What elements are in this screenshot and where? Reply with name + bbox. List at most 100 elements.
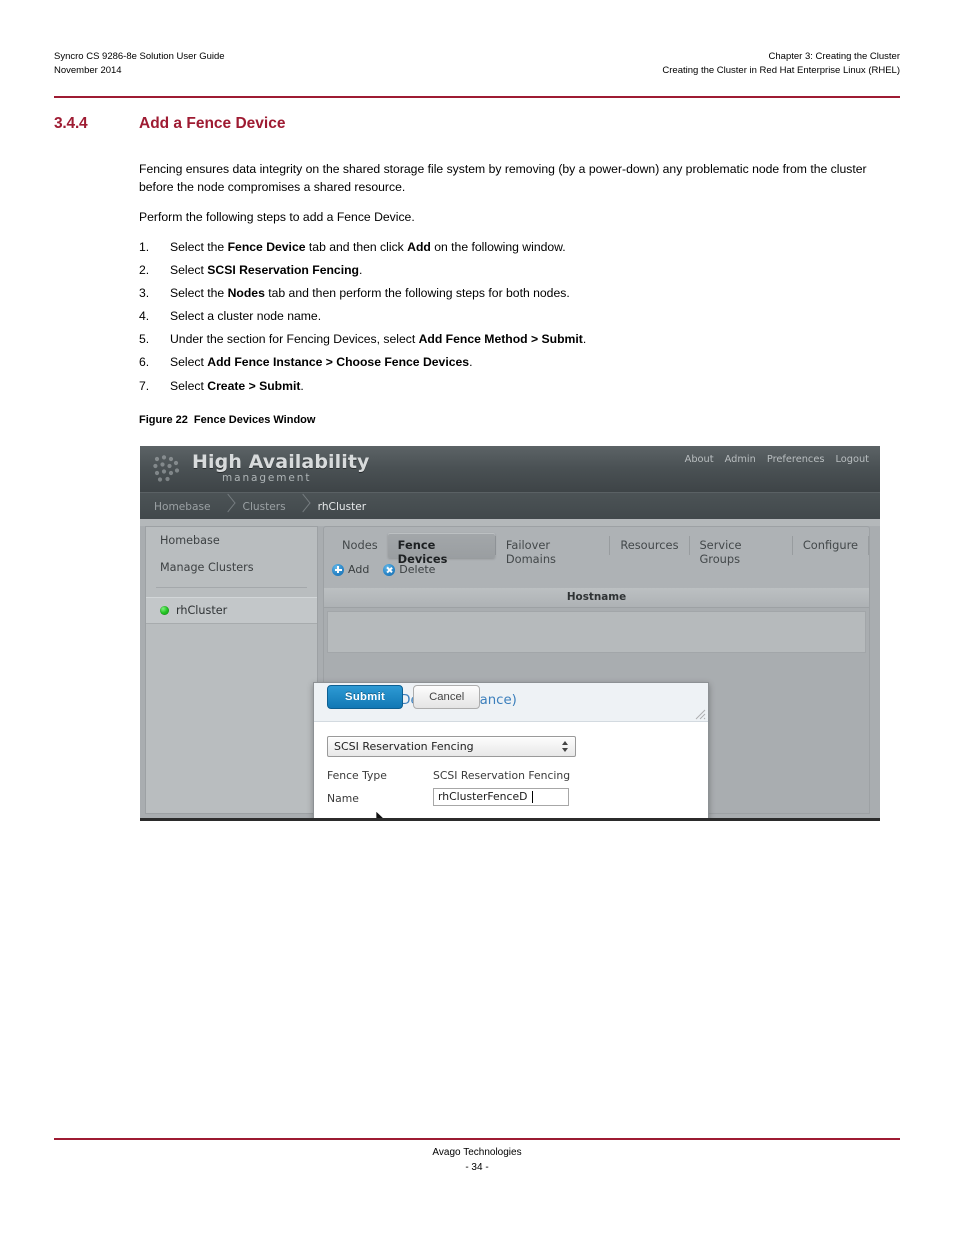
add-fence-device-dialog: Add Fence Device (Instance) SCSI Reserva…	[313, 682, 709, 818]
updown-arrows-icon	[560, 739, 571, 754]
figure-caption: Figure 22 Fence Devices Window	[139, 414, 315, 426]
dot-cluster-logo-icon	[153, 455, 180, 482]
top-nav-logout[interactable]: Logout	[835, 454, 869, 465]
status-dot-icon	[160, 606, 169, 615]
step-text: Select SCSI Reservation Fencing.	[170, 263, 363, 278]
top-nav-admin[interactable]: Admin	[725, 454, 756, 465]
app-content: Homebase Manage Clusters rhCluster Nodes…	[140, 519, 880, 818]
breadcrumb-item-homebase[interactable]: Homebase	[152, 501, 213, 513]
footer-divider	[54, 1138, 900, 1140]
document-date: November 2014	[54, 64, 122, 76]
table-toolbar: Add Delete	[332, 563, 435, 576]
field-label-name: Name	[327, 792, 359, 805]
step-item: 6. Select Add Fence Instance > Choose Fen…	[139, 351, 899, 374]
page-footer: Avago Technologies - 34 -	[0, 1146, 954, 1175]
sidebar-item-label: rhCluster	[176, 604, 228, 617]
tab-fence-devices[interactable]: Fence Devices	[387, 533, 495, 566]
step-text: Select a cluster node name.	[170, 309, 322, 324]
steps-list: 1. Select the Fence Device tab and then c…	[139, 236, 899, 398]
breadcrumb-bar: Homebase Clusters rhCluster	[140, 492, 880, 520]
plus-circle-icon	[332, 563, 344, 576]
top-nav-preferences[interactable]: Preferences	[767, 454, 825, 465]
step-item: 2. Select SCSI Reservation Fencing.	[139, 259, 899, 282]
breadcrumb-item-clusters[interactable]: Clusters	[241, 501, 288, 513]
figure-screenshot: High Availability management About Admin P…	[140, 446, 880, 821]
tab-resources[interactable]: Resources	[610, 533, 688, 558]
step-text: Select the Nodes tab and then perform th…	[170, 286, 570, 301]
step-item: 3. Select the Nodes tab and then perform …	[139, 282, 899, 305]
delete-label: Delete	[399, 563, 436, 576]
table-body-empty	[327, 611, 866, 653]
step-number: 6.	[139, 355, 150, 370]
figure-label: Figure 22	[139, 414, 188, 426]
header-divider	[54, 96, 900, 98]
app-sidebar: Homebase Manage Clusters rhCluster	[145, 526, 318, 814]
resize-grip-icon[interactable]	[695, 709, 706, 720]
step-item: 7. Select Create > Submit.	[139, 375, 899, 398]
document-title: Syncro CS 9286-8e Solution User Guide	[54, 51, 225, 62]
tab-separator	[868, 536, 869, 555]
intro-paragraph: Fencing ensures data integrity on the sh…	[139, 162, 867, 194]
tab-failover-domains[interactable]: Failover Domains	[496, 533, 610, 566]
text-caret	[532, 791, 533, 803]
sidebar-divider	[156, 587, 307, 588]
x-circle-icon	[383, 563, 396, 576]
dialog-actions: Submit Cancel	[327, 685, 481, 709]
breadcrumb-item-rhcluster: rhCluster	[317, 500, 367, 513]
delete-button[interactable]: Delete	[383, 563, 435, 576]
sidebar-item-rhcluster[interactable]: rhCluster	[146, 597, 317, 624]
step-number: 3.	[139, 286, 150, 301]
step-text: Select the Fence Device tab and then cli…	[170, 240, 566, 254]
tab-nodes[interactable]: Nodes	[332, 533, 388, 558]
figure-title: Fence Devices Window	[193, 414, 316, 426]
app-banner: High Availability management About Admin P…	[140, 446, 880, 492]
name-input-value: rhClusterFenceD	[438, 790, 528, 803]
step-item: 4. Select a cluster node name.	[139, 305, 899, 328]
footer-company: Avago Technologies	[432, 1147, 522, 1158]
step-number: 4.	[139, 309, 150, 324]
step-item: 1. Select the Fence Device tab and then c…	[139, 236, 899, 259]
footer-page-number: - 34 -	[465, 1161, 489, 1173]
sidebar-item-homebase[interactable]: Homebase	[146, 527, 317, 554]
page-title: Add a Fence Device	[139, 115, 286, 132]
column-header-hostname: Hostname	[566, 591, 627, 603]
step-number: 7.	[139, 378, 150, 393]
breadcrumb: Homebase Clusters rhCluster	[152, 493, 368, 520]
step-text: Under the section for Fencing Devices, s…	[170, 332, 587, 347]
app-brand-subtitle: management	[222, 472, 312, 484]
chapter-title: Chapter 3: Creating the Cluster	[768, 51, 900, 62]
field-label-fence-type: Fence Type	[327, 769, 387, 782]
tab-service-groups[interactable]: Service Groups	[689, 533, 791, 566]
fence-device-select-value: SCSI Reservation Fencing	[334, 740, 474, 753]
table-header-row: Hostname	[324, 588, 869, 608]
step-number: 1.	[139, 240, 150, 254]
submit-button[interactable]: Submit	[327, 685, 404, 709]
breadcrumb-separator-icon	[219, 493, 235, 520]
breadcrumb-separator-icon	[294, 493, 310, 520]
step-text: Select Create > Submit.	[170, 378, 304, 393]
section-number: 3.4.4	[54, 115, 88, 132]
fence-device-select[interactable]: SCSI Reservation Fencing	[327, 736, 576, 757]
step-number: 5.	[139, 332, 150, 347]
name-input[interactable]: rhClusterFenceD	[433, 788, 569, 806]
top-nav-about[interactable]: About	[685, 454, 714, 465]
field-value-fence-type: SCSI Reservation Fencing	[433, 769, 571, 782]
instruction-lead-in: Perform the following steps to add a Fen…	[139, 210, 415, 224]
chapter-subtitle: Creating the Cluster in Red Hat Enterpri…	[662, 64, 900, 76]
step-number: 2.	[139, 263, 150, 278]
tab-configure[interactable]: Configure	[793, 533, 868, 558]
mouse-pointer-icon	[376, 811, 384, 818]
add-button[interactable]: Add	[332, 563, 369, 576]
app-top-nav: About Admin Preferences Logout	[685, 454, 869, 465]
sidebar-item-manage-clusters[interactable]: Manage Clusters	[146, 554, 317, 581]
cancel-button[interactable]: Cancel	[413, 685, 481, 709]
tab-bar: Nodes Fence Devices Failover Domains Resour…	[332, 533, 869, 566]
content-top-band	[140, 519, 880, 526]
app-brand-title: High Availability	[192, 451, 370, 473]
page-header-left: Syncro CS 9286-8e Solution User Guide No…	[54, 50, 225, 77]
page-header-right: Chapter 3: Creating the Cluster Creating…	[662, 50, 900, 77]
add-label: Add	[348, 563, 370, 576]
tabs-container: Nodes Fence Devices Failover Domains Resour…	[323, 526, 870, 589]
step-item: 5. Under the section for Fencing Devices,…	[139, 328, 899, 351]
page-header: Syncro CS 9286-8e Solution User Guide No…	[54, 50, 900, 77]
